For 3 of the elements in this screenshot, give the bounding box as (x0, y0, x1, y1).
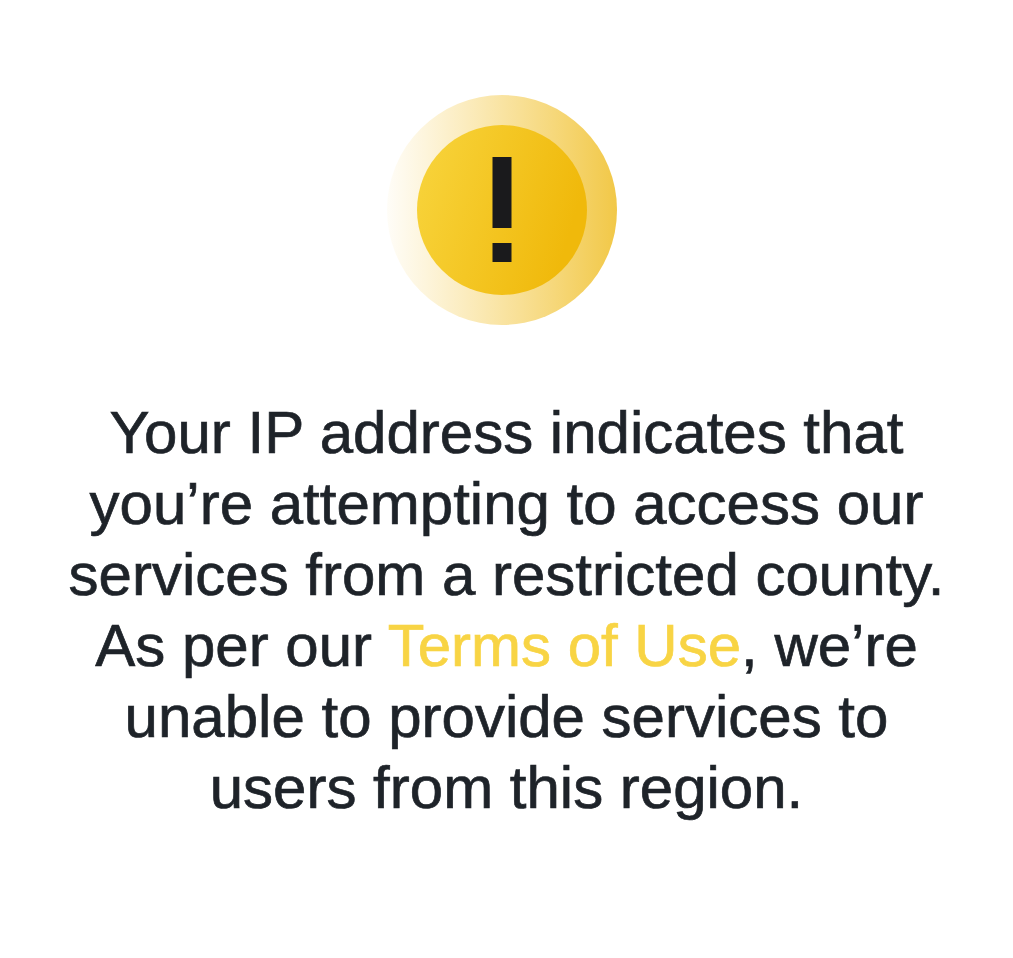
restriction-message: Your IP address indicates that you’re attempting to access our services from a restricted county. As per our Terms of Use, we’re unable to provide services to users from this region. (67, 398, 946, 823)
warning-icon (386, 95, 617, 325)
terms-of-use-link[interactable]: Terms of Use (387, 612, 742, 679)
